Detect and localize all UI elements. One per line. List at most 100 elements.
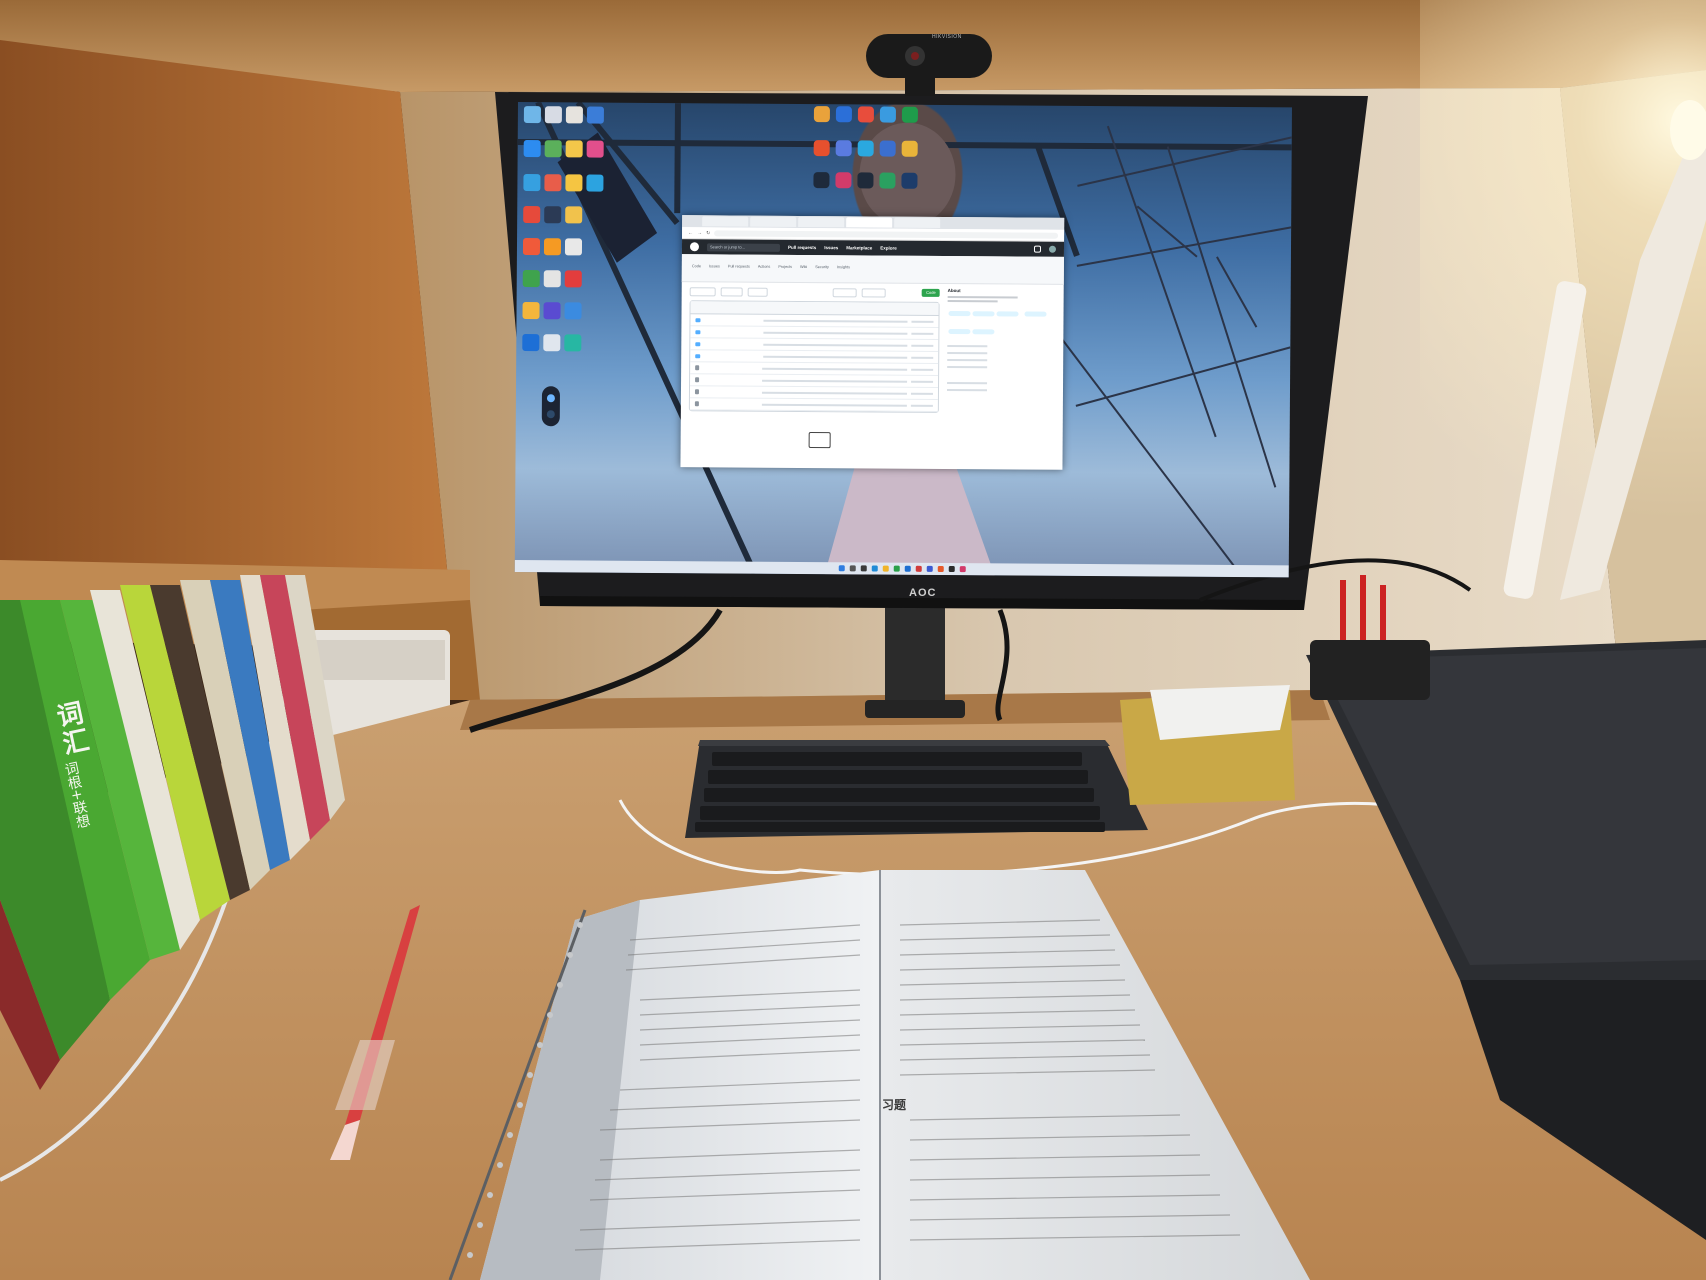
notifications-icon[interactable]: [1033, 245, 1042, 253]
branches-link[interactable]: [720, 286, 743, 297]
nav-link-issues[interactable]: Issues: [824, 245, 838, 250]
tab-code[interactable]: Code: [692, 264, 701, 268]
desktop-app-icon[interactable]: [835, 172, 852, 189]
taskbar-app-icon[interactable]: [871, 565, 878, 572]
desktop-app-icon[interactable]: [565, 140, 583, 158]
topic-tag[interactable]: [948, 329, 971, 335]
folder-icon: [695, 317, 701, 322]
desktop-app-icon[interactable]: [544, 140, 562, 158]
taskbar-app-icon[interactable]: [926, 565, 933, 572]
desktop-app-icon[interactable]: [544, 106, 562, 124]
about-heading: About: [947, 288, 961, 294]
reload-icon[interactable]: ↻: [706, 230, 710, 236]
tab-insights[interactable]: Insights: [837, 265, 850, 269]
github-logo-icon[interactable]: [689, 242, 700, 252]
branch-selector[interactable]: [689, 286, 716, 296]
desktop-app-icon[interactable]: [523, 106, 541, 124]
desktop-app-icon[interactable]: [586, 174, 604, 192]
taskbar-app-icon[interactable]: [948, 566, 955, 573]
taskbar-app-icon[interactable]: [915, 565, 922, 572]
desktop-app-icon[interactable]: [586, 106, 604, 124]
desktop-app-icon[interactable]: [879, 172, 896, 189]
code-button[interactable]: Code: [922, 288, 940, 297]
desktop-app-icon[interactable]: [544, 206, 562, 224]
topic-tag[interactable]: [996, 311, 1019, 317]
desktop-app-icon[interactable]: [522, 334, 540, 352]
folder-icon: [695, 341, 701, 346]
reader-mode-icon[interactable]: [808, 432, 831, 449]
github-search-input[interactable]: Search or jump to...: [706, 242, 781, 252]
desktop-app-icon[interactable]: [857, 140, 874, 157]
desktop-app-icon[interactable]: [813, 106, 830, 123]
desktop-app-icon[interactable]: [543, 334, 561, 352]
start-icon[interactable]: [838, 565, 845, 572]
desktop-app-icon[interactable]: [543, 302, 561, 320]
tab-issues[interactable]: Issues: [709, 264, 720, 268]
topic-tag[interactable]: [972, 329, 995, 335]
desktop-app-icon[interactable]: [543, 270, 561, 288]
desktop-app-icon[interactable]: [565, 174, 583, 192]
desktop-app-icon[interactable]: [544, 174, 562, 192]
desktop-app-icon[interactable]: [522, 270, 540, 288]
tab-projects[interactable]: Projects: [778, 265, 792, 269]
topic-tag[interactable]: [1024, 311, 1048, 317]
desktop-app-icon[interactable]: [835, 140, 852, 157]
add-file-button[interactable]: [861, 287, 886, 298]
desktop-app-icon[interactable]: [523, 206, 541, 224]
desktop-app-icon[interactable]: [879, 106, 896, 123]
browser-tab[interactable]: [798, 216, 845, 228]
desktop-app-icon[interactable]: [857, 106, 874, 123]
taskbar-app-icon[interactable]: [882, 565, 889, 572]
taskbar-app-icon[interactable]: [904, 565, 911, 572]
back-icon[interactable]: ←: [688, 230, 693, 236]
desktop-app-icon[interactable]: [901, 172, 918, 189]
tab-security[interactable]: Security: [815, 265, 829, 269]
desktop-app-icon[interactable]: [522, 302, 540, 320]
webcam-brand-label: HIKVISION: [932, 34, 962, 40]
browser-tab[interactable]: [750, 216, 797, 227]
nav-link-marketplace[interactable]: Marketplace: [846, 245, 872, 250]
desktop-app-icon[interactable]: [813, 172, 830, 189]
desktop-app-icon[interactable]: [857, 172, 874, 189]
desktop-app-icon[interactable]: [565, 106, 583, 124]
desktop-app-icon[interactable]: [564, 334, 582, 352]
browser-window[interactable]: ← → ↻ Search or jump to... Pull requests…: [680, 215, 1065, 470]
browser-tab[interactable]: [702, 216, 749, 227]
desktop-app-icon[interactable]: [523, 140, 541, 158]
search-icon[interactable]: [849, 565, 856, 572]
desktop-app-icon[interactable]: [564, 238, 583, 256]
desktop-app-icon[interactable]: [813, 140, 830, 157]
tab-wiki[interactable]: Wiki: [800, 265, 807, 269]
tags-link[interactable]: [747, 287, 768, 297]
file-browser: Code: [688, 286, 940, 413]
desktop-app-icon[interactable]: [901, 140, 918, 157]
taskbar-app-icon[interactable]: [860, 565, 867, 572]
url-field[interactable]: [714, 229, 1059, 239]
browser-tab-active[interactable]: [846, 217, 893, 228]
repo-title[interactable]: [692, 257, 1054, 260]
tab-actions[interactable]: Actions: [758, 265, 770, 269]
desktop-app-icon[interactable]: [522, 238, 541, 256]
browser-tab[interactable]: [894, 217, 941, 228]
nav-link-explore[interactable]: Explore: [880, 246, 897, 251]
forward-icon[interactable]: →: [697, 230, 702, 236]
desktop-app-icon[interactable]: [523, 174, 541, 192]
desktop-app-icon[interactable]: [564, 270, 582, 288]
go-to-file-button[interactable]: [832, 287, 857, 297]
desktop-app-icon[interactable]: [901, 106, 918, 123]
desktop-app-icon[interactable]: [835, 106, 852, 123]
desktop-app-icon[interactable]: [543, 238, 562, 256]
desktop-app-icon[interactable]: [565, 206, 583, 224]
desktop-app-icon[interactable]: [564, 302, 582, 320]
tab-pull-requests[interactable]: Pull requests: [728, 264, 750, 268]
desktop-app-icon[interactable]: [879, 140, 896, 157]
table-row[interactable]: [689, 398, 938, 412]
taskbar-app-icon[interactable]: [893, 565, 900, 572]
nav-link-pull-requests[interactable]: Pull requests: [788, 245, 816, 250]
avatar[interactable]: [1048, 245, 1057, 253]
taskbar-app-icon[interactable]: [937, 565, 944, 572]
taskbar-app-icon[interactable]: [959, 566, 966, 573]
desktop-app-icon[interactable]: [586, 140, 604, 158]
topic-tag[interactable]: [972, 311, 995, 317]
topic-tag[interactable]: [948, 311, 971, 317]
